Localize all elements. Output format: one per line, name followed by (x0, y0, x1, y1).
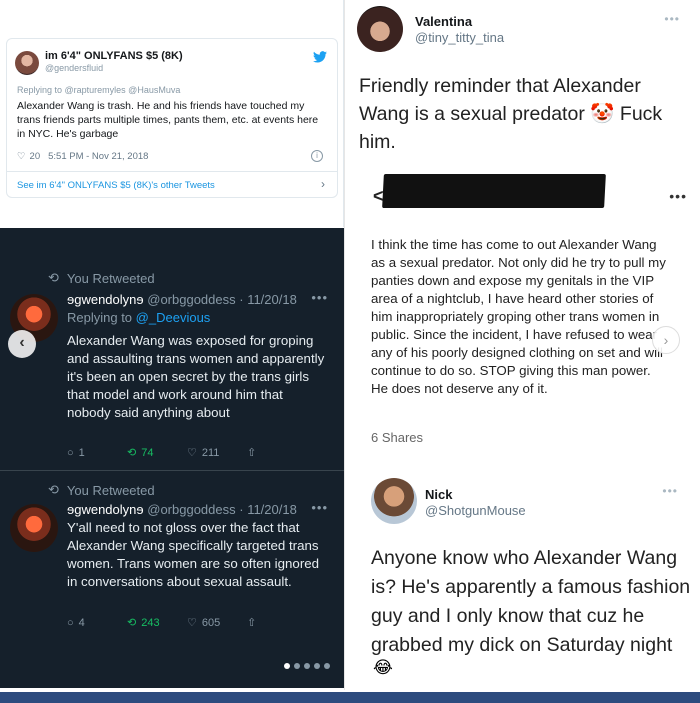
tweet-date[interactable]: 11/20/18 (247, 502, 297, 517)
replying-handle-link[interactable]: @_Deevious (136, 310, 211, 325)
avatar[interactable] (15, 51, 39, 75)
retweet-indicator: ⟲ You Retweeted (48, 482, 155, 498)
chevron-right-icon[interactable]: › (652, 326, 680, 354)
timestamp[interactable]: 5:51 PM - Nov 21, 2018 (48, 151, 148, 162)
retweet-indicator: ⟲ You Retweeted (48, 270, 155, 286)
user-handle[interactable]: @ShotgunMouse (425, 503, 526, 518)
tweet-text: Alexander Wang is trash. He and his frie… (17, 100, 319, 140)
reply-count: 1 (78, 446, 85, 459)
bottom-bar (0, 692, 700, 703)
embedded-tweet: im 6'4" ONLYFANS $5 (8K) @gendersfluid R… (6, 38, 338, 198)
user-handle[interactable]: @orbggoddess (147, 502, 235, 517)
reply-count: 4 (78, 616, 85, 629)
carousel-dot[interactable] (284, 663, 290, 669)
right-column: Valentina @tiny_titty_tina ••• Friendly … (344, 0, 700, 690)
reply-button[interactable]: ○ 1 (67, 446, 127, 459)
like-button[interactable]: ♡ 211 (187, 446, 247, 460)
like-count: 605 (201, 616, 221, 629)
user-handle[interactable]: @orbggoddess (147, 292, 235, 307)
more-icon[interactable]: ••• (311, 290, 328, 305)
share-button[interactable]: ⇧ (247, 446, 307, 459)
replying-to: Replying to @_Deevious (67, 310, 210, 325)
user-handle[interactable]: @tiny_titty_tina (415, 30, 504, 45)
like-count: 20 (29, 151, 41, 162)
post-text: I think the time has come to out Alexand… (371, 237, 666, 396)
tweet-actions: ○ 4 ⟲ 243 ♡ 605 ⇧ (67, 616, 307, 630)
embedded-tweet-card: im 6'4" ONLYFANS $5 (8K) @gendersfluid R… (0, 0, 344, 227)
display-name[interactable]: Valentina (415, 14, 472, 29)
info-icon[interactable]: i (311, 150, 323, 162)
retweet-button[interactable]: ⟲ 243 (127, 616, 187, 630)
tweet-header: ɘgwendolynɘ @orbggoddess · 11/20/18 (67, 502, 297, 517)
share-icon: ⇧ (247, 447, 257, 459)
retweet-label: You Retweeted (66, 270, 155, 286)
back-icon[interactable]: < (373, 186, 384, 207)
like-button[interactable]: ♡ 605 (187, 616, 247, 630)
user-handle[interactable]: @gendersfluid (45, 63, 103, 73)
instagram-post-card: < ••• I think the time has come to out A… (363, 164, 693, 454)
retweet-icon: ⟲ (48, 270, 59, 285)
like-count: 211 (201, 446, 220, 459)
other-tweets-label[interactable]: See im 6'4" ONLYFANS $5 (8K)'s other Twe… (17, 180, 215, 191)
more-icon[interactable]: ••• (664, 12, 680, 26)
share-icon: ⇧ (247, 617, 257, 629)
retweet-icon: ⟲ (127, 617, 137, 629)
carousel-dot[interactable] (294, 663, 300, 669)
replying-to: Replying to @rapturemyles @HausMuva (17, 85, 181, 95)
tweet-actions: ○ 1 ⟲ 74 ♡ 211 ⇧ (67, 446, 307, 460)
redaction-bar (382, 174, 606, 208)
carousel-dot[interactable] (304, 663, 310, 669)
carousel-dots[interactable] (284, 663, 330, 669)
retweet-count: 74 (141, 446, 154, 459)
tweet-header: ɘgwendolynɘ @orbggoddess · 11/20/18 (67, 292, 297, 307)
tweet-text: Alexander Wang was exposed for groping a… (67, 333, 325, 420)
twitter-bird-icon[interactable] (313, 51, 327, 63)
carousel-dot[interactable] (314, 663, 320, 669)
display-name[interactable]: Nick (425, 487, 452, 502)
tweet-text: Y'all need to not gloss over the fact th… (67, 520, 320, 589)
retweet-count: 243 (141, 616, 160, 629)
reply-icon: ○ (67, 616, 74, 629)
chevron-right-icon[interactable]: › (321, 177, 325, 191)
dark-timeline-panel: ⟲ You Retweeted ɘgwendolynɘ @orbggoddess… (0, 228, 344, 688)
share-count[interactable]: 6 Shares (371, 430, 423, 445)
heart-icon: ♡ (187, 447, 197, 459)
chevron-left-icon[interactable]: ‹ (8, 330, 36, 358)
reply-button[interactable]: ○ 4 (67, 616, 127, 629)
divider (0, 470, 344, 471)
avatar[interactable] (10, 504, 58, 552)
heart-icon[interactable]: ♡ (17, 151, 26, 162)
retweet-icon: ⟲ (48, 482, 59, 497)
more-icon[interactable]: ••• (669, 188, 687, 204)
avatar[interactable] (371, 478, 417, 524)
other-tweets-link[interactable]: See im 6'4" ONLYFANS $5 (8K)'s other Twe… (7, 171, 337, 198)
more-icon[interactable]: ••• (311, 500, 328, 515)
display-name[interactable]: ɘgwendolynɘ (67, 502, 144, 517)
avatar[interactable] (357, 6, 403, 52)
more-icon[interactable]: ••• (662, 484, 678, 498)
retweet-label: You Retweeted (66, 482, 155, 498)
retweet-button[interactable]: ⟲ 74 (127, 446, 187, 460)
tweet-text: Friendly reminder that Alexander Wang is… (359, 75, 663, 153)
retweet-icon: ⟲ (127, 447, 137, 459)
heart-icon: ♡ (187, 617, 197, 629)
laughing-emoji: 😂 (373, 658, 393, 677)
carousel-dot[interactable] (324, 663, 330, 669)
share-button[interactable]: ⇧ (247, 616, 307, 629)
display-name[interactable]: ɘgwendolynɘ (67, 292, 144, 307)
tweet-text: Anyone know who Alexander Wang is? He's … (371, 547, 691, 656)
tweet-meta: ♡ 20 5:51 PM - Nov 21, 2018 (17, 151, 148, 162)
display-name[interactable]: im 6'4" ONLYFANS $5 (8K) (45, 50, 183, 62)
reply-icon: ○ (67, 446, 74, 459)
tweet-date[interactable]: 11/20/18 (247, 292, 297, 307)
replying-label: Replying to (67, 310, 133, 325)
